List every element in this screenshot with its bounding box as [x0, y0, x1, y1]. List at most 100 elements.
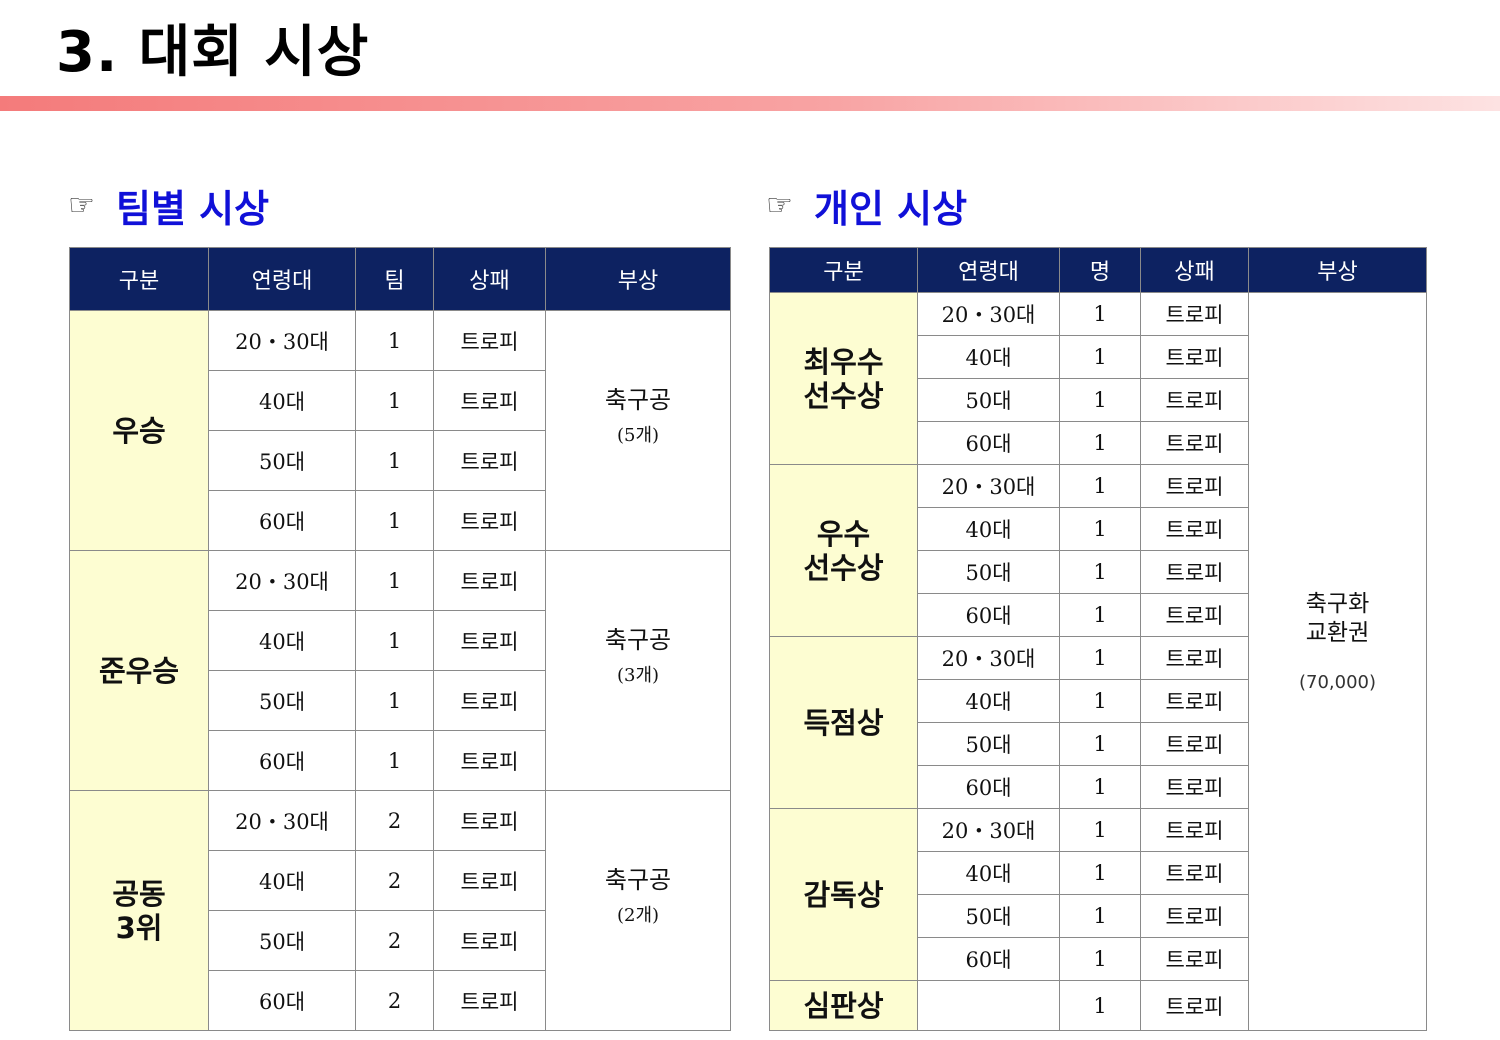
age-group-cell: 40대	[208, 370, 356, 431]
age-group-cell: 60대	[917, 937, 1060, 981]
team-award-heading-label: 팀별 시상	[116, 186, 270, 231]
age-group-cell: 50대	[917, 894, 1060, 938]
age-group-cell: 20・30대	[917, 464, 1060, 508]
table-row: 공동 3위 20・30대 2 트로피 축구공 (2개)	[69, 790, 731, 1031]
person-count-cell: 1	[1059, 421, 1141, 465]
age-group-cell: 40대	[917, 679, 1060, 723]
team-award-table: 구분 연령대 팀 상패 부상 우승 20・30대 1 트로피 축구공 (5개) 40대 1 트로…	[69, 247, 731, 1031]
age-group-cell: 40대	[917, 851, 1060, 895]
table-row: 준우승 20・30대 1 트로피 축구공 (3개)	[69, 550, 731, 791]
team-count-cell: 1	[355, 370, 434, 431]
age-group-cell: 20・30대	[917, 292, 1060, 336]
plaque-cell: 트로피	[1140, 636, 1249, 680]
plaque-cell: 트로피	[1140, 421, 1249, 465]
prize-cell: 축구공 (3개)	[545, 550, 731, 791]
award-category-cell: 감독상	[769, 808, 918, 981]
plaque-cell: 트로피	[1140, 507, 1249, 551]
award-category-label: 감독상	[803, 877, 884, 912]
person-count-cell: 1	[1059, 636, 1141, 680]
plaque-cell: 트로피	[433, 310, 546, 371]
column-header: 상패	[1140, 247, 1249, 293]
prize-label: 축구화 교환권	[1305, 591, 1370, 646]
age-group-cell: 20・30대	[208, 790, 356, 851]
age-group-cell	[917, 980, 1060, 1031]
person-count-cell: 1	[1059, 550, 1141, 594]
plaque-cell: 트로피	[1140, 679, 1249, 723]
award-category-cell: 우승	[69, 310, 209, 551]
plaque-cell: 트로피	[433, 910, 546, 971]
team-count-cell: 1	[355, 490, 434, 551]
plaque-cell: 트로피	[433, 790, 546, 851]
prize-quantity: (5개)	[616, 424, 660, 446]
plaque-cell: 트로피	[433, 670, 546, 731]
column-header: 부상	[1248, 247, 1427, 293]
award-category-label: 공동 3위	[112, 876, 166, 945]
award-category-label: 득점상	[803, 705, 884, 740]
team-count-cell: 1	[355, 610, 434, 671]
person-count-cell: 1	[1059, 980, 1141, 1031]
plaque-cell: 트로피	[1140, 335, 1249, 379]
column-header: 상패	[433, 247, 546, 311]
award-category-cell: 최우수 선수상	[769, 292, 918, 465]
award-category-label: 심판상	[803, 988, 884, 1023]
age-group-cell: 40대	[917, 335, 1060, 379]
team-count-cell: 2	[355, 790, 434, 851]
prize-label: 축구공	[604, 625, 672, 654]
team-count-cell: 1	[355, 670, 434, 731]
age-group-cell: 60대	[208, 970, 356, 1031]
award-category-label: 최우수 선수상	[803, 344, 884, 413]
person-count-cell: 1	[1059, 464, 1141, 508]
age-group-cell: 40대	[917, 507, 1060, 551]
age-group-cell: 50대	[917, 550, 1060, 594]
individual-award-table: 구분 연령대 명 상패 부상 최우수 선수상 20・30대 1 트로피 축구화 교환권(…	[769, 247, 1427, 1031]
age-group-cell: 40대	[208, 610, 356, 671]
prize-cell: 축구공 (2개)	[545, 790, 731, 1031]
plaque-cell: 트로피	[1140, 292, 1249, 336]
person-count-cell: 1	[1059, 894, 1141, 938]
prize-label: 축구공	[604, 385, 672, 414]
team-count-cell: 2	[355, 970, 434, 1031]
plaque-cell: 트로피	[1140, 722, 1249, 766]
team-count-cell: 1	[355, 550, 434, 611]
person-count-cell: 1	[1059, 378, 1141, 422]
age-group-cell: 60대	[208, 490, 356, 551]
age-group-cell: 50대	[208, 430, 356, 491]
page-title: 3. 대회 시상	[56, 20, 370, 85]
team-count-cell: 1	[355, 730, 434, 791]
age-group-cell: 60대	[917, 593, 1060, 637]
plaque-cell: 트로피	[1140, 378, 1249, 422]
person-count-cell: 1	[1059, 679, 1141, 723]
person-count-cell: 1	[1059, 292, 1141, 336]
award-category-cell: 우수 선수상	[769, 464, 918, 637]
age-group-cell: 50대	[917, 722, 1060, 766]
age-group-cell: 20・30대	[917, 808, 1060, 852]
award-category-cell: 심판상	[769, 980, 918, 1031]
column-header: 명	[1059, 247, 1141, 293]
plaque-cell: 트로피	[1140, 980, 1249, 1031]
award-category-label: 우승	[112, 413, 166, 448]
plaque-cell: 트로피	[433, 550, 546, 611]
team-count-cell: 2	[355, 910, 434, 971]
column-header: 연령대	[208, 247, 356, 311]
team-count-cell: 1	[355, 310, 434, 371]
plaque-cell: 트로피	[433, 610, 546, 671]
plaque-cell: 트로피	[1140, 464, 1249, 508]
age-group-cell: 50대	[917, 378, 1060, 422]
plaque-cell: 트로피	[433, 730, 546, 791]
pointing-hand-icon: ☞	[68, 187, 95, 223]
age-group-cell: 40대	[208, 850, 356, 911]
age-group-cell: 50대	[208, 670, 356, 731]
plaque-cell: 트로피	[433, 430, 546, 491]
plaque-cell: 트로피	[1140, 937, 1249, 981]
award-category-cell: 공동 3위	[69, 790, 209, 1031]
pointing-hand-icon: ☞	[766, 187, 793, 223]
prize-value: (70,000)	[1298, 672, 1377, 693]
person-count-cell: 1	[1059, 507, 1141, 551]
individual-award-heading: ☞ 개인 시상	[766, 180, 967, 231]
person-count-cell: 1	[1059, 593, 1141, 637]
prize-cell: 축구공 (5개)	[545, 310, 731, 551]
plaque-cell: 트로피	[433, 850, 546, 911]
age-group-cell: 20・30대	[208, 310, 356, 371]
award-category-cell: 득점상	[769, 636, 918, 809]
award-category-label: 우수 선수상	[803, 516, 884, 585]
